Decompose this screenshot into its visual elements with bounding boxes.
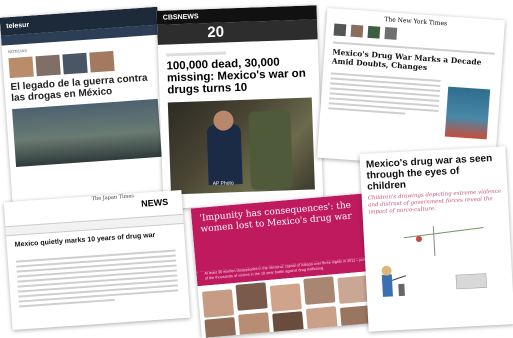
childs-drawing-illustration [381, 226, 487, 297]
japan-times-section: NEWS [140, 196, 169, 209]
nyt-photo [444, 86, 491, 140]
children-article-card[interactable]: Mexico's drug war as seen through the ey… [359, 146, 513, 332]
telesur-photo [12, 98, 162, 167]
japan-times-headline[interactable]: Mexico quietly marks 10 years of drug wa… [15, 232, 156, 249]
cbs-headline[interactable]: 100,000 dead, 30,000 missing: Mexico's w… [166, 56, 311, 97]
telesur-article-card[interactable]: telesur NOTICIAS El legado de la guerra … [0, 6, 171, 206]
cbs-banner-number: 20 [207, 23, 225, 42]
cbs-article-card[interactable]: CBSNEWS 20 100,000 dead, 30,000 missing:… [156, 5, 324, 209]
japan-times-nav [5, 213, 184, 237]
children-drawing [363, 212, 513, 310]
cbs-logo[interactable]: CBSNEWS [163, 13, 199, 21]
telesur-logo[interactable]: telesur [6, 21, 29, 30]
japan-times-article-card[interactable]: The Japan Times NEWS Mexico quietly mark… [3, 189, 191, 331]
cbs-photo-credit: AP Photo [212, 180, 234, 187]
nyt-article-card[interactable]: The New York Times Mexico's Drug War Mar… [316, 7, 506, 171]
impunity-article-card[interactable]: 'Impunity has consequences': the women l… [190, 191, 392, 338]
telesur-headline[interactable]: El legado de la guerra contra las drogas… [10, 72, 157, 105]
cbs-photo: AP Photo [167, 97, 315, 195]
